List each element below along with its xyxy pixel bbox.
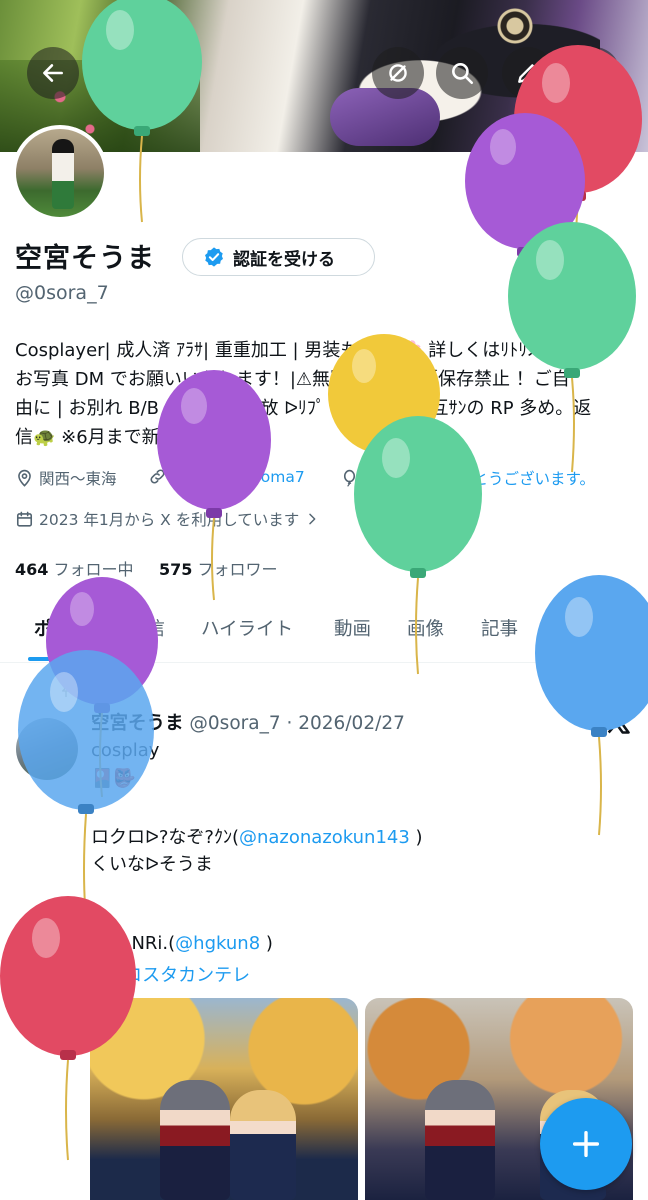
photo-person — [160, 1080, 230, 1200]
photo-person — [425, 1080, 495, 1200]
post-hashtag: #アコスタカンテレ — [91, 961, 250, 987]
following-label: フォロー中 — [53, 560, 134, 579]
post-line-text: ) — [260, 933, 273, 954]
birthday-text: お誕生日おめでとうございます。 — [364, 470, 595, 488]
post-author-name[interactable]: 空宮そうま — [91, 713, 184, 734]
bio-line: 信🐢 ※6月まで新規 ✖ ( °×° ) — [15, 427, 263, 448]
bio-line: Cosplayer| 成人済 ｱﾗｻ| 重重加工 | 男装もする 🌸 詳しくはﾘ… — [15, 340, 583, 361]
tab-active-indicator — [28, 657, 96, 661]
hashtag-link[interactable]: #アコスタカンテレ — [91, 965, 250, 986]
link-icon — [150, 469, 165, 484]
mention-link[interactable]: @nazonazokun143 — [239, 827, 410, 848]
location-text: 関西〜東海 — [39, 470, 117, 488]
grok-icon — [389, 64, 407, 82]
post-header: 空宮そうま @0sora_7 · 2026/02/27 — [91, 709, 405, 735]
post-line: 📷 ANRi.(@hgkun8 ) — [91, 933, 273, 954]
share-button[interactable] — [568, 47, 620, 99]
chevron-right-icon — [309, 513, 316, 525]
profile-handle: @0sora_7 — [15, 282, 109, 304]
edit-button[interactable] — [502, 47, 554, 99]
tab-videos[interactable]: 動画 — [334, 615, 371, 641]
compose-button[interactable] — [540, 1098, 632, 1190]
pinned-text: 固定 — [80, 682, 111, 700]
tab-replies[interactable]: 返信 — [128, 615, 165, 641]
post-line-text: 📷 ANRi.( — [91, 933, 176, 954]
profile-link[interactable]: lit.link/sooooma7 — [148, 467, 305, 486]
post-meta: @0sora_7 · 2026/02/27 — [189, 713, 405, 734]
profile-name: 空宮そうま — [15, 243, 155, 274]
profile-avatar[interactable] — [12, 125, 108, 221]
banner-crest — [497, 8, 533, 44]
grok-button[interactable] — [372, 47, 424, 99]
get-verified-button[interactable]: 認証を受ける — [182, 238, 375, 276]
post-line: くいなᐅそうま — [91, 854, 213, 875]
verified-badge-icon — [205, 247, 223, 267]
tab-likes[interactable]: いいね — [541, 615, 597, 641]
tab-articles[interactable]: 記事 — [481, 615, 518, 641]
edit-icon — [518, 64, 537, 83]
tab-posts[interactable]: ポスト — [34, 615, 90, 641]
tab-images[interactable]: 画像 — [407, 615, 444, 641]
profile-location: 関西〜東海 — [15, 467, 117, 489]
followers-label: フォロワー — [197, 560, 278, 579]
post-line-text: ロクロᐅ?なぞ?ｸﾝ( — [91, 827, 239, 848]
joined-text: 2023 年1月から X を利用しています — [39, 511, 300, 529]
balloon-icon — [343, 469, 356, 486]
post-line: . — [91, 905, 97, 926]
share-icon — [585, 62, 603, 83]
search-icon — [452, 63, 474, 85]
bio-line: 由に | お別れ B/B 解 | (DM 解放 ᐅﾘﾌﾟ 下さい) ※相互ｻﾝの… — [15, 398, 592, 419]
mention-link[interactable]: @hgkun8 — [175, 933, 260, 954]
bio-line: お写真 DM でお願いいたします！|⚠無断転載・無断保存禁止 ！ご自 — [15, 369, 570, 390]
profile-bio: Cosplayer| 成人済 ｱﾗｻ| 重重加工 | 男装もする 🌸 詳しくはﾘ… — [15, 336, 635, 452]
profile-joined[interactable]: 2023 年1月から X を利用しています — [15, 508, 320, 530]
post-line: ロクロᐅ?なぞ?ｸﾝ(@nazonazokun143 ) — [91, 823, 423, 849]
following-count: 464 — [15, 560, 49, 579]
location-pin-icon — [18, 469, 31, 487]
follow-stats: 464 フォロー中 575 フォロワー — [15, 556, 277, 580]
search-button[interactable] — [436, 47, 488, 99]
profile-tabs: ポスト 返信 ハイライト 動画 画像 記事 いいね — [0, 605, 648, 663]
back-arrow-icon — [43, 64, 63, 82]
get-verified-label: 認証を受ける — [233, 249, 335, 270]
x-logo-icon — [606, 710, 630, 734]
avatar-person — [52, 139, 74, 209]
calendar-icon — [16, 511, 33, 527]
post-line: cosplay — [91, 740, 160, 761]
plus-icon — [572, 1130, 600, 1158]
back-button[interactable] — [27, 47, 79, 99]
post-line-text: ) — [409, 827, 423, 848]
post-photo[interactable] — [90, 998, 358, 1200]
post-author-avatar[interactable] — [16, 718, 78, 780]
tab-highlights[interactable]: ハイライト — [201, 615, 293, 641]
banner-glove — [330, 88, 440, 146]
following-link[interactable]: 464 フォロー中 — [15, 560, 134, 579]
pinned-label: 固定 — [58, 680, 110, 701]
followers-count: 575 — [158, 560, 193, 579]
photo-person — [230, 1090, 296, 1200]
pin-icon — [62, 683, 70, 697]
profile-birthday: お誕生日おめでとうございます。 — [340, 467, 595, 489]
followers-link[interactable]: 575 フォロワー — [159, 560, 278, 579]
post-line: 🎴👺 — [91, 768, 136, 789]
link-text[interactable]: lit.link/sooooma7 — [172, 468, 305, 486]
